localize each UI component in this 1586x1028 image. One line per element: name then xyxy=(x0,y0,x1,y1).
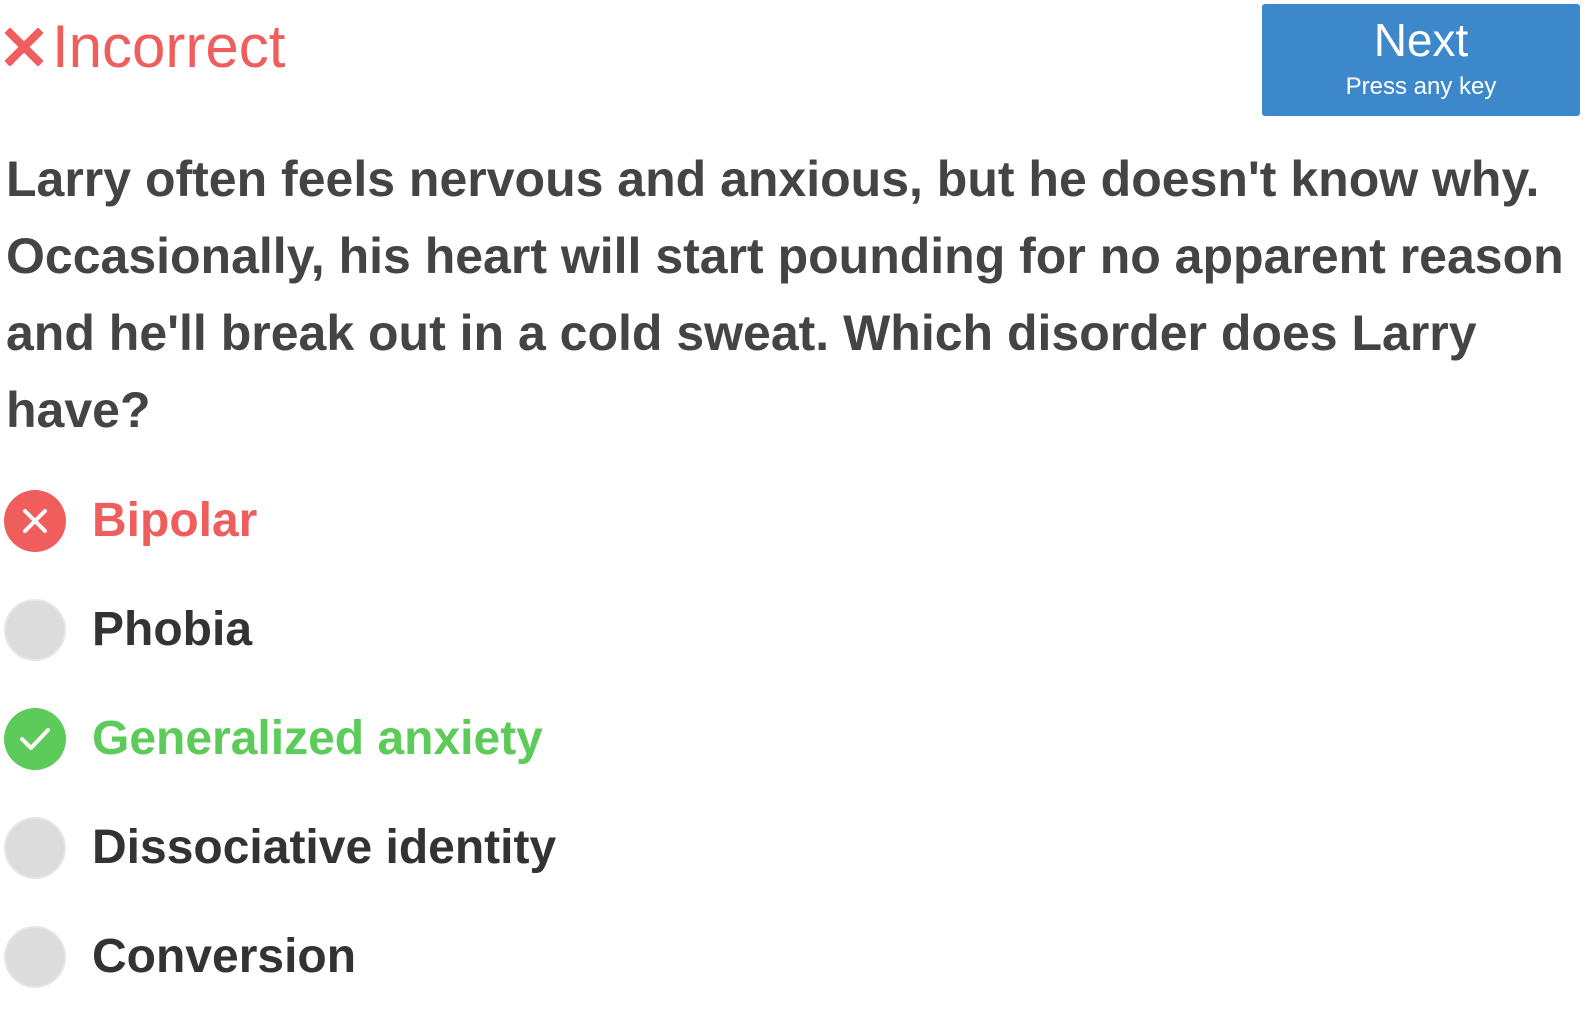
wrong-answer-icon xyxy=(4,490,66,552)
answer-option[interactable]: Generalized anxiety xyxy=(4,704,1204,813)
answer-option-label: Dissociative identity xyxy=(92,821,557,874)
answer-option[interactable]: Phobia xyxy=(4,595,1204,704)
check-icon xyxy=(4,708,66,770)
answer-option-label: Generalized anxiety xyxy=(92,712,543,765)
next-button-label: Next xyxy=(1373,14,1469,66)
radio-empty-icon xyxy=(4,817,66,879)
radio-empty-icon xyxy=(4,599,66,661)
result-status: Incorrect xyxy=(4,12,285,82)
radio-empty-icon xyxy=(4,926,66,988)
quiz-page: Incorrect Next Press any key Larry often… xyxy=(0,0,1586,1028)
question-text: Larry often feels nervous and anxious, b… xyxy=(6,151,1564,438)
next-button[interactable]: Next Press any key xyxy=(1262,4,1580,116)
answer-option[interactable]: Conversion xyxy=(4,922,1204,1028)
answer-options: Bipolar Phobia Generalized anxiety Disso… xyxy=(4,486,1204,1028)
result-label: Incorrect xyxy=(52,13,286,80)
answer-option-label: Conversion xyxy=(92,930,357,983)
answer-option[interactable]: Dissociative identity xyxy=(4,813,1204,922)
next-button-hint: Press any key xyxy=(1345,73,1497,100)
answer-option-label: Bipolar xyxy=(92,494,258,547)
close-icon xyxy=(4,27,44,67)
answer-option-label: Phobia xyxy=(92,603,253,656)
answer-option[interactable]: Bipolar xyxy=(4,486,1204,595)
